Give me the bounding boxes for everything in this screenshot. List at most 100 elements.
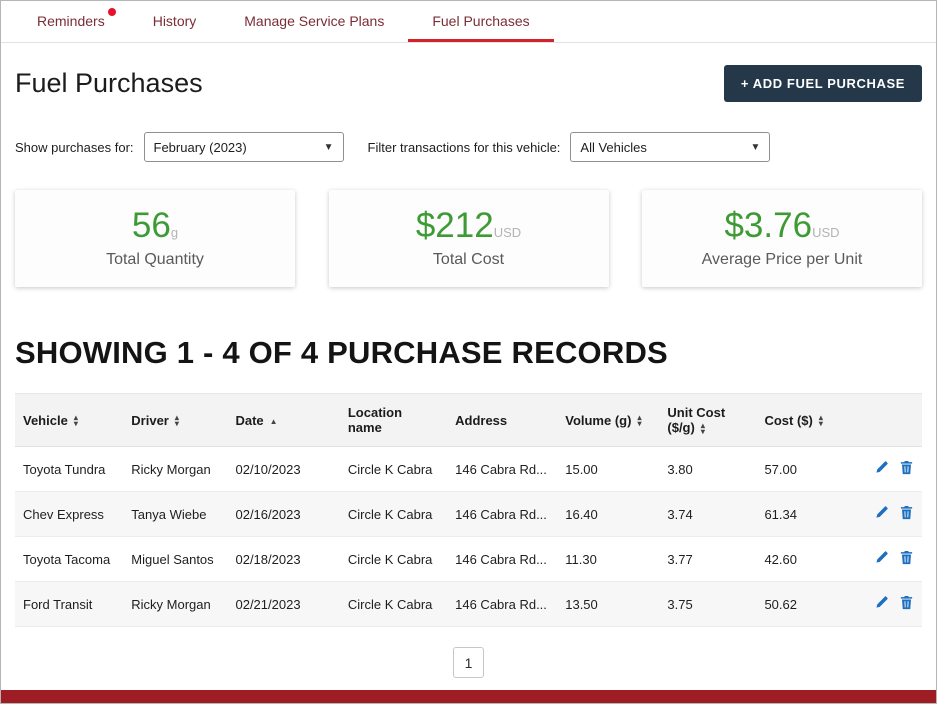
page-title: Fuel Purchases (15, 68, 203, 99)
period-select-value: February (2023) (154, 140, 247, 155)
title-row: Fuel Purchases + ADD FUEL PURCHASE (15, 65, 922, 102)
sort-ascending-icon: ▲ (270, 417, 278, 426)
vehicle-filter-label: Filter transactions for this vehicle: (368, 140, 561, 155)
cell-volume: 11.30 (557, 537, 659, 582)
chevron-down-icon: ▼ (751, 142, 761, 153)
column-header-unit_cost[interactable]: Unit Cost ($/g)▴▾ (659, 394, 756, 447)
cell-location: Circle K Cabra (340, 447, 447, 492)
tab-bar: Reminders History Manage Service Plans F… (1, 1, 936, 43)
vehicle-select[interactable]: All Vehicles ▼ (570, 132, 770, 162)
cell-cost: 50.62 (756, 582, 848, 627)
value-number: $212 (416, 206, 494, 245)
column-header-actions (848, 394, 922, 447)
tab-fuel-purchases[interactable]: Fuel Purchases (408, 1, 553, 42)
card-label: Total Quantity (106, 251, 204, 269)
column-label: Driver (131, 413, 169, 428)
column-header-location: Location name (340, 394, 447, 447)
cell-unit_cost: 3.80 (659, 447, 756, 492)
cell-location: Circle K Cabra (340, 582, 447, 627)
cell-date: 02/18/2023 (227, 537, 339, 582)
cell-actions (848, 492, 922, 537)
edit-icon[interactable] (874, 460, 889, 478)
column-label: Unit Cost ($/g) (667, 405, 725, 435)
footer-accent-bar (1, 690, 936, 703)
cell-cost: 61.34 (756, 492, 848, 537)
sort-icon: ▴▾ (819, 415, 823, 427)
purchases-table: Vehicle ▴▾ Driver ▴▾ Date ▲ Location name Addre… (15, 393, 922, 627)
tab-reminders[interactable]: Reminders (13, 1, 129, 42)
cell-driver: Miguel Santos (123, 537, 227, 582)
cell-volume: 13.50 (557, 582, 659, 627)
cell-actions (848, 582, 922, 627)
total-cost-value: $212USD (416, 208, 521, 243)
cell-actions (848, 447, 922, 492)
tab-history[interactable]: History (129, 1, 221, 42)
tab-label: Manage Service Plans (244, 13, 384, 29)
column-header-volume[interactable]: Volume (g) ▴▾ (557, 394, 659, 447)
tab-label: History (153, 13, 197, 29)
sort-icon: ▴▾ (175, 415, 179, 427)
unit-label: USD (494, 225, 521, 240)
total-quantity-value: 56g (132, 208, 178, 243)
total-quantity-card: 56g Total Quantity (15, 190, 295, 287)
period-select[interactable]: February (2023) ▼ (144, 132, 344, 162)
records-heading: SHOWING 1 - 4 OF 4 PURCHASE RECORDS (15, 335, 922, 371)
column-header-cost[interactable]: Cost ($) ▴▾ (756, 394, 848, 447)
page-content: Fuel Purchases + ADD FUEL PURCHASE Show … (1, 65, 936, 678)
value-number: $3.76 (724, 206, 812, 245)
cell-driver: Ricky Morgan (123, 447, 227, 492)
column-label: Address (455, 413, 507, 428)
cell-vehicle: Toyota Tacoma (15, 537, 123, 582)
column-label: Cost ($) (764, 413, 812, 428)
period-filter-label: Show purchases for: (15, 140, 134, 155)
tab-manage-service-plans[interactable]: Manage Service Plans (220, 1, 408, 42)
column-header-driver[interactable]: Driver ▴▾ (123, 394, 227, 447)
notification-dot (108, 8, 116, 16)
table-header-row: Vehicle ▴▾ Driver ▴▾ Date ▲ Location name Addre… (15, 394, 922, 447)
summary-cards: 56g Total Quantity $212USD Total Cost $3… (15, 190, 922, 287)
table-row: Chev ExpressTanya Wiebe02/16/2023Circle … (15, 492, 922, 537)
delete-icon[interactable] (899, 460, 914, 478)
cell-address: 146 Cabra Rd... (447, 447, 557, 492)
unit-label: USD (812, 225, 839, 240)
tab-label: Reminders (37, 13, 105, 29)
cell-cost: 42.60 (756, 537, 848, 582)
cell-vehicle: Toyota Tundra (15, 447, 123, 492)
card-label: Average Price per Unit (702, 251, 863, 269)
cell-address: 146 Cabra Rd... (447, 492, 557, 537)
card-label: Total Cost (433, 251, 504, 269)
add-fuel-purchase-button[interactable]: + ADD FUEL PURCHASE (724, 65, 922, 102)
edit-icon[interactable] (874, 595, 889, 613)
filter-row: Show purchases for: February (2023) ▼ Fi… (15, 132, 922, 162)
value-number: 56 (132, 206, 171, 245)
total-cost-card: $212USD Total Cost (329, 190, 609, 287)
cell-driver: Ricky Morgan (123, 582, 227, 627)
delete-icon[interactable] (899, 595, 914, 613)
column-header-address: Address (447, 394, 557, 447)
cell-cost: 57.00 (756, 447, 848, 492)
edit-icon[interactable] (874, 550, 889, 568)
column-label: Vehicle (23, 413, 68, 428)
delete-icon[interactable] (899, 505, 914, 523)
sort-icon: ▴▾ (74, 415, 78, 427)
edit-icon[interactable] (874, 505, 889, 523)
cell-unit_cost: 3.74 (659, 492, 756, 537)
sort-icon: ▴▾ (701, 423, 705, 435)
column-label: Date (235, 413, 263, 428)
column-header-date[interactable]: Date ▲ (227, 394, 339, 447)
pagination: 1 (15, 647, 922, 678)
cell-date: 02/21/2023 (227, 582, 339, 627)
page-1-button[interactable]: 1 (453, 647, 484, 678)
column-label: Volume (g) (565, 413, 631, 428)
unit-label: g (171, 225, 178, 240)
sort-icon: ▴▾ (637, 415, 641, 427)
cell-location: Circle K Cabra (340, 492, 447, 537)
table-row: Toyota TacomaMiguel Santos02/18/2023Circ… (15, 537, 922, 582)
cell-vehicle: Chev Express (15, 492, 123, 537)
delete-icon[interactable] (899, 550, 914, 568)
table-body: Toyota TundraRicky Morgan02/10/2023Circl… (15, 447, 922, 627)
column-header-vehicle[interactable]: Vehicle ▴▾ (15, 394, 123, 447)
cell-actions (848, 537, 922, 582)
cell-driver: Tanya Wiebe (123, 492, 227, 537)
chevron-down-icon: ▼ (324, 142, 334, 153)
